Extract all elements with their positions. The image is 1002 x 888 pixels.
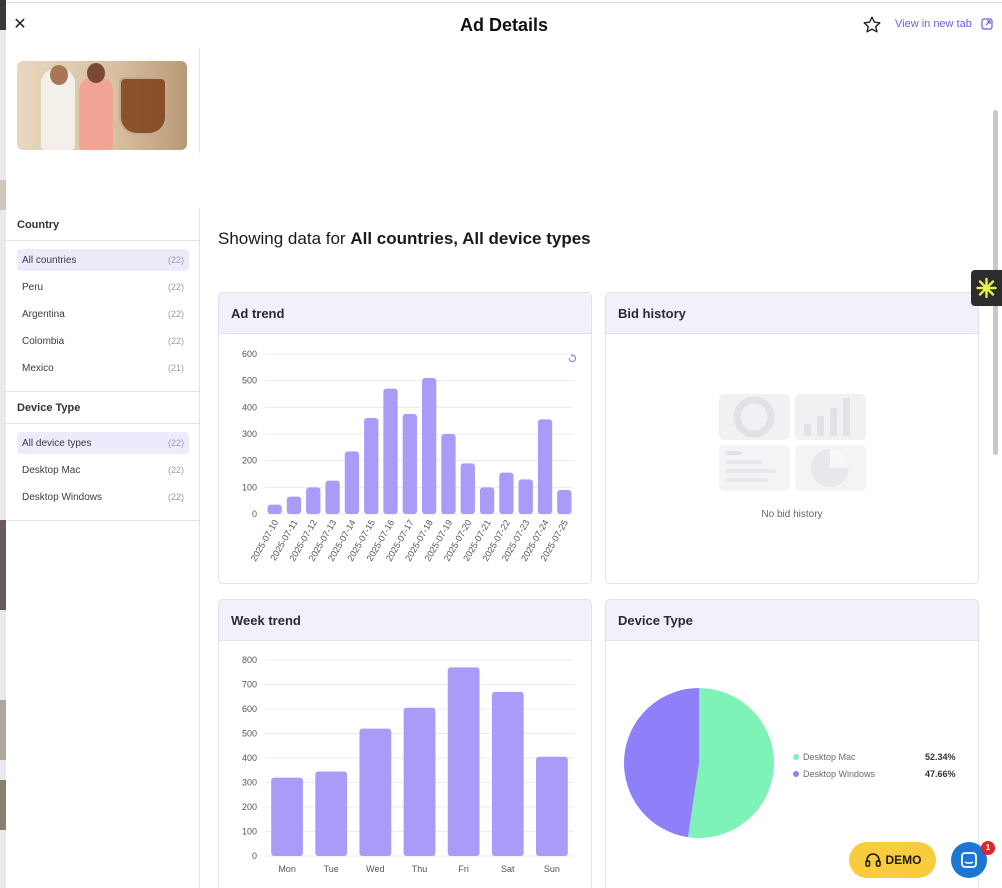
legend-item-desktop-mac: Desktop Mac [793,752,856,762]
sparkle-icon [976,277,997,299]
bar[interactable] [403,707,436,856]
y-tick-label: 300 [242,778,257,788]
device-option-desktop-windows[interactable]: Desktop Windows (22) [17,486,189,508]
showing-data-heading: Showing data for All countries, All devi… [218,229,591,248]
y-tick-label: 100 [242,482,257,492]
y-tick-label: 0 [252,509,257,519]
external-link-icon[interactable] [981,18,993,30]
modal-header: ✕ Ad Details View in new tab [6,3,1002,49]
empty-state: No bid history [606,334,978,583]
week-trend-card: Week trend 0 100 200 300 400 500 600 700 800 Mon T… [218,599,592,888]
country-option-peru[interactable]: Peru (22) [17,276,189,298]
bar[interactable] [325,480,340,514]
bar[interactable] [447,667,480,856]
bar[interactable] [499,472,514,514]
legend-swatch-mac [793,754,799,760]
device-type-filter-list: All device types (22) Desktop Mac (22) Des… [6,424,200,519]
ad-trend-title: Ad trend [219,293,591,334]
y-tick-label: 800 [242,655,257,665]
y-tick-label: 200 [242,802,257,812]
x-tick-label: Tue [324,864,339,874]
filters-panel: Country All countries (22) Peru (22) Argen… [6,209,200,888]
legend-percent-mac: 52.34% [925,752,956,762]
page-title: Ad Details [459,15,549,35]
device-option-desktop-mac[interactable]: Desktop Mac (22) [17,459,189,481]
device-type-title: Device Type [606,600,978,641]
bar[interactable] [557,490,572,514]
bar[interactable] [364,418,379,514]
chat-notification-badge: 1 [981,841,995,855]
device-type-filter-title: Device Type [6,392,200,424]
y-tick-label: 400 [242,753,257,763]
y-tick-label: 200 [242,456,257,466]
country-option-argentina[interactable]: Argentina (22) [17,303,189,325]
bar[interactable] [286,496,302,514]
country-option-all[interactable]: All countries (22) [17,249,189,271]
country-option-mexico[interactable]: Mexico (21) [17,357,189,379]
bar[interactable] [491,691,524,856]
bar[interactable] [422,378,437,514]
bar[interactable] [306,487,321,514]
x-tick-label: Thu [412,864,428,874]
ad-thumbnail[interactable] [17,61,187,150]
bid-history-card: Bid history No bid history [605,292,979,584]
bar[interactable] [271,777,303,856]
side-widget-button[interactable] [971,270,1002,306]
left-column: Country All countries (22) Peru (22) Argen… [6,49,200,888]
bar[interactable] [267,504,282,514]
bar[interactable] [344,451,360,514]
x-tick-label: Sat [501,864,515,874]
bar[interactable] [518,479,533,514]
demo-button[interactable]: DEMO [849,842,936,878]
legend-percent-windows: 47.66% [925,769,956,779]
y-tick-label: 700 [242,680,257,690]
ad-details-modal: ✕ Ad Details View in new tab Country All… [6,2,1002,888]
pie-slice[interactable] [623,688,699,838]
pie-slice[interactable] [688,688,774,838]
legend-swatch-windows [793,771,799,777]
country-filter-list: All countries (22) Peru (22) Argentina (22)… [6,241,200,390]
week-trend-title: Week trend [219,600,591,641]
y-tick-label: 600 [242,349,257,359]
bar[interactable] [359,728,392,856]
ad-trend-chart: 01002003004005006002025-07-102025-07-112… [242,349,577,563]
bar[interactable] [537,419,553,514]
x-tick-label: Mon [278,864,296,874]
y-tick-label: 500 [242,376,257,386]
headset-icon [864,853,881,867]
y-tick-label: 500 [242,729,257,739]
star-icon[interactable] [862,15,882,35]
bar[interactable] [441,434,456,514]
x-tick-label: Wed [366,864,384,874]
empty-chart-illustration-icon [719,394,866,491]
legend-item-desktop-windows: Desktop Windows [793,769,875,779]
bar[interactable] [402,414,417,514]
bar[interactable] [536,756,568,856]
x-tick-label: Sun [544,864,560,874]
no-bid-history-text: No bid history [761,509,823,520]
y-tick-label: 600 [242,704,257,714]
device-option-all[interactable]: All device types (22) [17,432,189,454]
showing-data-value: All countries, All device types [350,229,591,248]
bar[interactable] [383,388,398,514]
bar[interactable] [315,771,348,856]
y-tick-label: 300 [242,429,257,439]
bid-history-title: Bid history [606,293,978,334]
week-trend-chart: 0 100 200 300 400 500 600 700 800 Mon Tue Wed Thu Fri… [242,655,574,874]
bar[interactable] [479,487,495,514]
country-option-colombia[interactable]: Colombia (22) [17,330,189,352]
y-tick-label: 0 [252,851,257,861]
y-tick-label: 400 [242,402,257,412]
y-tick-label: 100 [242,827,257,837]
bar[interactable] [460,463,475,514]
view-in-new-tab-link[interactable]: View in new tab [895,18,972,30]
x-tick-label: Fri [458,864,469,874]
ad-trend-card: Ad trend 0 100 200 300 400 500 600 2025-07-10 20… [218,292,592,584]
country-filter-title: Country [6,209,200,241]
refresh-icon[interactable] [568,353,577,363]
